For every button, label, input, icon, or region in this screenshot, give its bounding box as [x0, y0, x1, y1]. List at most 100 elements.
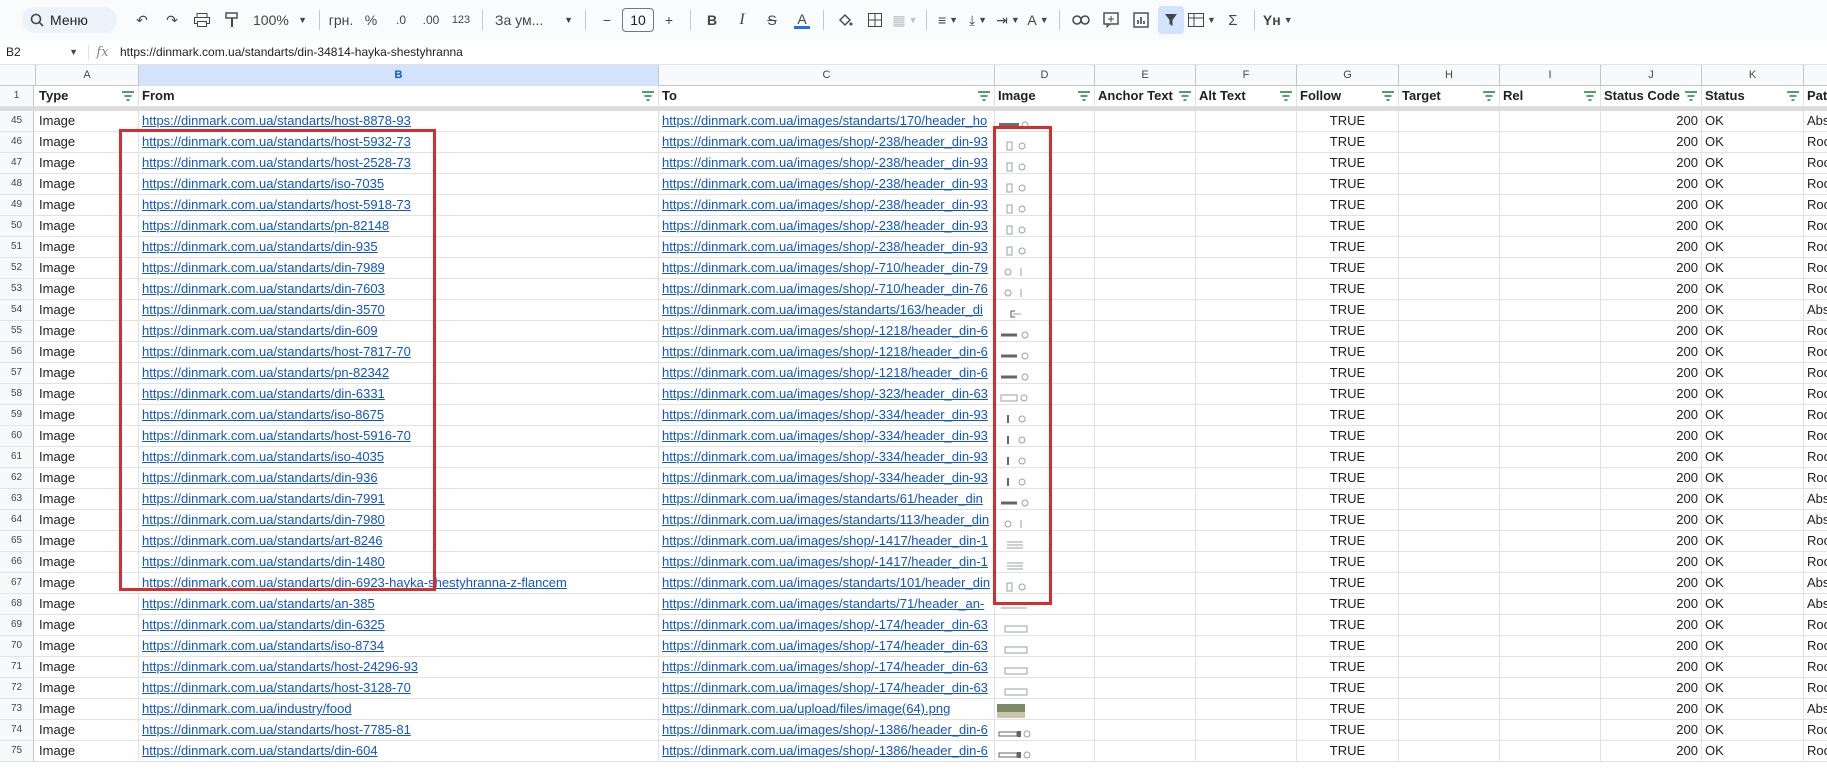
status-code-cell[interactable]: 200	[1601, 657, 1702, 677]
row-number[interactable]: 75	[0, 741, 34, 762]
follow-cell[interactable]: TRUE	[1297, 552, 1399, 572]
filter-icon[interactable]	[1078, 91, 1090, 101]
status-code-cell[interactable]: 200	[1601, 552, 1702, 572]
row-number[interactable]: 56	[0, 342, 34, 363]
anchor-text-cell[interactable]	[1095, 132, 1196, 152]
rel-cell[interactable]	[1500, 258, 1601, 278]
type-cell[interactable]: Image	[36, 552, 139, 572]
alt-text-cell[interactable]	[1196, 489, 1297, 509]
type-cell[interactable]: Image	[36, 384, 139, 404]
path-cell[interactable]: Roo	[1804, 237, 1827, 257]
type-cell[interactable]: Image	[36, 573, 139, 593]
horizontal-align-icon[interactable]: ≡ ▼	[935, 6, 961, 34]
rel-cell[interactable]	[1500, 678, 1601, 698]
row-number[interactable]: 70	[0, 636, 34, 657]
to-link-cell[interactable]: https://dinmark.com.ua/images/shop/-710/…	[659, 258, 995, 278]
from-link-cell[interactable]: https://dinmark.com.ua/standarts/din-148…	[139, 552, 659, 572]
from-link-cell[interactable]: https://dinmark.com.ua/standarts/din-692…	[139, 573, 659, 593]
anchor-text-cell[interactable]	[1095, 258, 1196, 278]
to-link-cell[interactable]: https://dinmark.com.ua/images/shop/-1417…	[659, 531, 995, 551]
row-number[interactable]: 57	[0, 363, 34, 384]
status-code-cell[interactable]: 200	[1601, 699, 1702, 719]
follow-cell[interactable]: TRUE	[1297, 573, 1399, 593]
anchor-text-cell[interactable]	[1095, 531, 1196, 551]
target-cell[interactable]	[1399, 321, 1500, 341]
status-code-cell[interactable]: 200	[1601, 741, 1702, 761]
path-cell[interactable]: Roo	[1804, 468, 1827, 488]
row-number[interactable]: 50	[0, 216, 34, 237]
rel-cell[interactable]	[1500, 720, 1601, 740]
print-icon[interactable]	[189, 6, 215, 34]
type-cell[interactable]: Image	[36, 510, 139, 530]
alt-text-cell[interactable]	[1196, 531, 1297, 551]
filter-icon[interactable]	[122, 91, 134, 101]
to-link-cell[interactable]: https://dinmark.com.ua/images/shop/-238/…	[659, 216, 995, 236]
path-cell[interactable]: Abs	[1804, 699, 1827, 719]
alt-text-cell[interactable]	[1196, 237, 1297, 257]
follow-cell[interactable]: TRUE	[1297, 321, 1399, 341]
status-cell[interactable]: OK	[1702, 552, 1804, 572]
type-cell[interactable]: Image	[36, 741, 139, 761]
status-code-cell[interactable]: 200	[1601, 510, 1702, 530]
status-cell[interactable]: OK	[1702, 363, 1804, 383]
follow-cell[interactable]: TRUE	[1297, 720, 1399, 740]
rel-cell[interactable]	[1500, 111, 1601, 131]
to-link-cell[interactable]: https://dinmark.com.ua/images/shop/-323/…	[659, 384, 995, 404]
image-thumbnail-cell[interactable]	[995, 111, 1095, 131]
image-thumbnail-cell[interactable]	[995, 405, 1095, 425]
status-code-cell[interactable]: 200	[1601, 132, 1702, 152]
filter-icon[interactable]	[1158, 6, 1184, 34]
follow-cell[interactable]: TRUE	[1297, 342, 1399, 362]
status-code-cell[interactable]: 200	[1601, 678, 1702, 698]
rel-cell[interactable]	[1500, 279, 1601, 299]
path-cell[interactable]: Roo	[1804, 678, 1827, 698]
status-cell[interactable]: OK	[1702, 300, 1804, 320]
image-thumbnail-cell[interactable]	[995, 426, 1095, 446]
to-link-cell[interactable]: https://dinmark.com.ua/images/shop/-1417…	[659, 552, 995, 572]
image-thumbnail-cell[interactable]	[995, 510, 1095, 530]
alt-text-cell[interactable]	[1196, 258, 1297, 278]
alt-text-cell[interactable]	[1196, 111, 1297, 131]
anchor-text-cell[interactable]	[1095, 657, 1196, 677]
status-code-cell[interactable]: 200	[1601, 300, 1702, 320]
status-cell[interactable]: OK	[1702, 615, 1804, 635]
rel-cell[interactable]	[1500, 384, 1601, 404]
image-thumbnail-cell[interactable]	[995, 300, 1095, 320]
status-cell[interactable]: OK	[1702, 384, 1804, 404]
to-link-cell[interactable]: https://dinmark.com.ua/images/standarts/…	[659, 594, 995, 614]
path-cell[interactable]: Roo	[1804, 174, 1827, 194]
path-cell[interactable]: Roo	[1804, 426, 1827, 446]
path-cell[interactable]: Roo	[1804, 741, 1827, 761]
to-link-cell[interactable]: https://dinmark.com.ua/images/shop/-174/…	[659, 657, 995, 677]
to-link-cell[interactable]: https://dinmark.com.ua/images/shop/-334/…	[659, 426, 995, 446]
from-link-cell[interactable]: https://dinmark.com.ua/standarts/din-798…	[139, 258, 659, 278]
rel-cell[interactable]	[1500, 489, 1601, 509]
status-cell[interactable]: OK	[1702, 657, 1804, 677]
status-cell[interactable]: OK	[1702, 153, 1804, 173]
anchor-text-cell[interactable]	[1095, 363, 1196, 383]
target-cell[interactable]	[1399, 636, 1500, 656]
image-thumbnail-cell[interactable]	[995, 363, 1095, 383]
filter-icon[interactable]	[978, 91, 990, 101]
fill-color-icon[interactable]	[832, 6, 858, 34]
type-cell[interactable]: Image	[36, 489, 139, 509]
filter-icon[interactable]	[1179, 91, 1191, 101]
follow-cell[interactable]: TRUE	[1297, 657, 1399, 677]
row-number[interactable]: 47	[0, 153, 34, 174]
alt-text-cell[interactable]	[1196, 594, 1297, 614]
increase-font-size-button[interactable]: +	[656, 6, 682, 34]
to-link-cell[interactable]: https://dinmark.com.ua/images/shop/-238/…	[659, 153, 995, 173]
type-cell[interactable]: Image	[36, 363, 139, 383]
insert-comment-icon[interactable]	[1098, 6, 1124, 34]
target-cell[interactable]	[1399, 489, 1500, 509]
follow-cell[interactable]: TRUE	[1297, 426, 1399, 446]
column-header-D[interactable]: D	[995, 65, 1095, 86]
alt-text-cell[interactable]	[1196, 510, 1297, 530]
select-all-corner[interactable]	[0, 65, 36, 86]
to-link-cell[interactable]: https://dinmark.com.ua/images/shop/-174/…	[659, 678, 995, 698]
path-cell[interactable]: Roo	[1804, 216, 1827, 236]
type-cell[interactable]: Image	[36, 216, 139, 236]
to-link-cell[interactable]: https://dinmark.com.ua/images/shop/-238/…	[659, 237, 995, 257]
rel-cell[interactable]	[1500, 510, 1601, 530]
anchor-text-cell[interactable]	[1095, 636, 1196, 656]
